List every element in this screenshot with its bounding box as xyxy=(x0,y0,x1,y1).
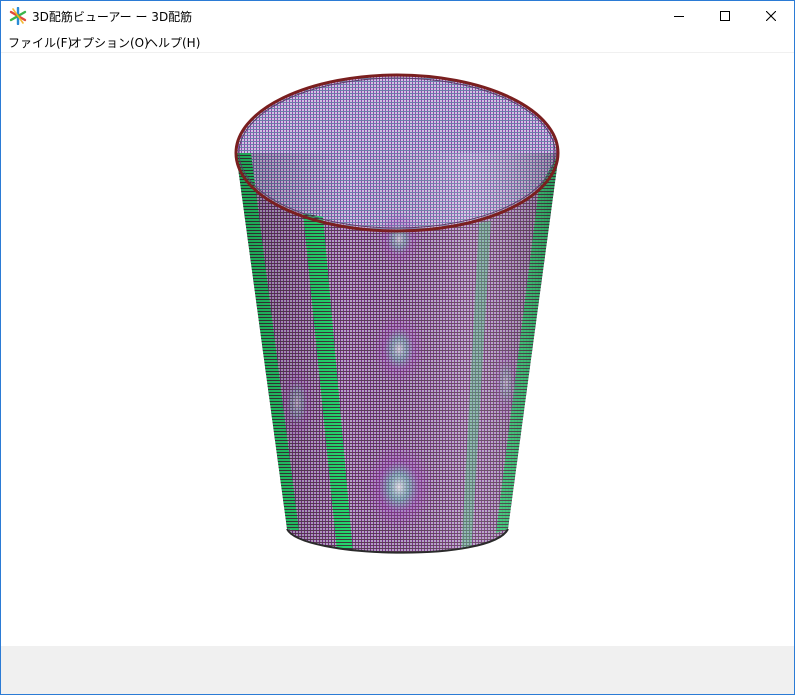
close-button[interactable] xyxy=(748,1,794,31)
rebar-cylinder-model[interactable] xyxy=(1,53,794,645)
title-bar[interactable]: 3D配筋ビューアー ー 3D配筋 xyxy=(1,1,794,31)
close-icon xyxy=(766,11,776,21)
3d-viewport[interactable] xyxy=(1,53,794,645)
window-title: 3D配筋ビューアー ー 3D配筋 xyxy=(32,10,193,24)
menu-help[interactable]: ヘルプ(H) xyxy=(146,34,200,51)
menu-option[interactable]: オプション(O) xyxy=(70,34,149,51)
status-bar xyxy=(1,646,794,694)
minimize-icon xyxy=(674,11,684,21)
app-window: 3D配筋ビューアー ー 3D配筋 ファイル(F) オプション(O) ヘルプ(H) xyxy=(0,0,795,695)
maximize-icon xyxy=(720,11,730,21)
menu-file[interactable]: ファイル(F) xyxy=(8,34,72,51)
app-asterisk-icon xyxy=(9,6,27,26)
menu-bar: ファイル(F) オプション(O) ヘルプ(H) xyxy=(1,31,794,53)
minimize-button[interactable] xyxy=(656,1,702,31)
maximize-button[interactable] xyxy=(702,1,748,31)
